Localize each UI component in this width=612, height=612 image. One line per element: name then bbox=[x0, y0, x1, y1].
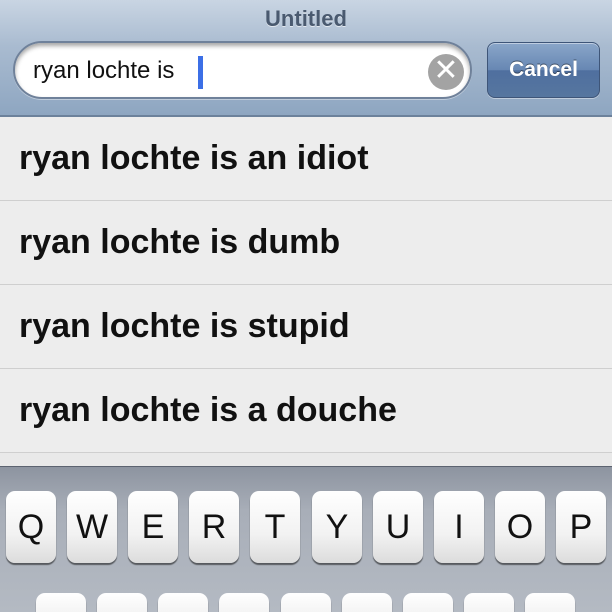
page-title: Untitled bbox=[265, 6, 347, 31]
key-l[interactable] bbox=[525, 593, 575, 612]
suggestion-label: ryan lochte is dumb bbox=[19, 223, 341, 261]
cancel-button[interactable]: Cancel bbox=[487, 42, 600, 98]
suggestion-item[interactable]: ryan lochte is stupid bbox=[0, 285, 612, 369]
key-o[interactable]: O bbox=[495, 491, 545, 563]
on-screen-keyboard: Q W E R T Y U I O P bbox=[0, 466, 612, 612]
key-j[interactable] bbox=[403, 593, 453, 612]
suggestion-label: ryan lochte is an idiot bbox=[19, 139, 369, 177]
suggestion-list: ryan lochte is an idiot ryan lochte is d… bbox=[0, 117, 612, 453]
key-i[interactable]: I bbox=[434, 491, 484, 563]
key-e[interactable]: E bbox=[128, 491, 178, 563]
key-w[interactable]: W bbox=[67, 491, 117, 563]
suggestion-label: ryan lochte is a douche bbox=[19, 391, 397, 429]
key-t[interactable]: T bbox=[250, 491, 300, 563]
suggestion-label: ryan lochte is stupid bbox=[19, 307, 350, 345]
key-k[interactable] bbox=[464, 593, 514, 612]
clear-icon[interactable]: ✕ bbox=[428, 54, 464, 90]
search-query-text: ryan lochte is bbox=[33, 57, 175, 84]
key-f[interactable] bbox=[219, 593, 269, 612]
suggestion-item[interactable]: ryan lochte is a douche bbox=[0, 369, 612, 453]
suggestion-item[interactable]: ryan lochte is dumb bbox=[0, 201, 612, 285]
key-p[interactable]: P bbox=[556, 491, 606, 563]
key-q[interactable]: Q bbox=[6, 491, 56, 563]
suggestion-item[interactable]: ryan lochte is an idiot bbox=[0, 117, 612, 201]
text-cursor bbox=[198, 56, 203, 89]
key-h[interactable] bbox=[342, 593, 392, 612]
key-s[interactable] bbox=[97, 593, 147, 612]
key-u[interactable]: U bbox=[373, 491, 423, 563]
search-header: Untitled ryan lochte is ✕ Cancel bbox=[0, 0, 612, 117]
key-d[interactable] bbox=[158, 593, 208, 612]
key-y[interactable]: Y bbox=[312, 491, 362, 563]
key-a[interactable] bbox=[36, 593, 86, 612]
search-input[interactable]: ryan lochte is ✕ bbox=[13, 41, 472, 99]
key-r[interactable]: R bbox=[189, 491, 239, 563]
key-g[interactable] bbox=[281, 593, 331, 612]
